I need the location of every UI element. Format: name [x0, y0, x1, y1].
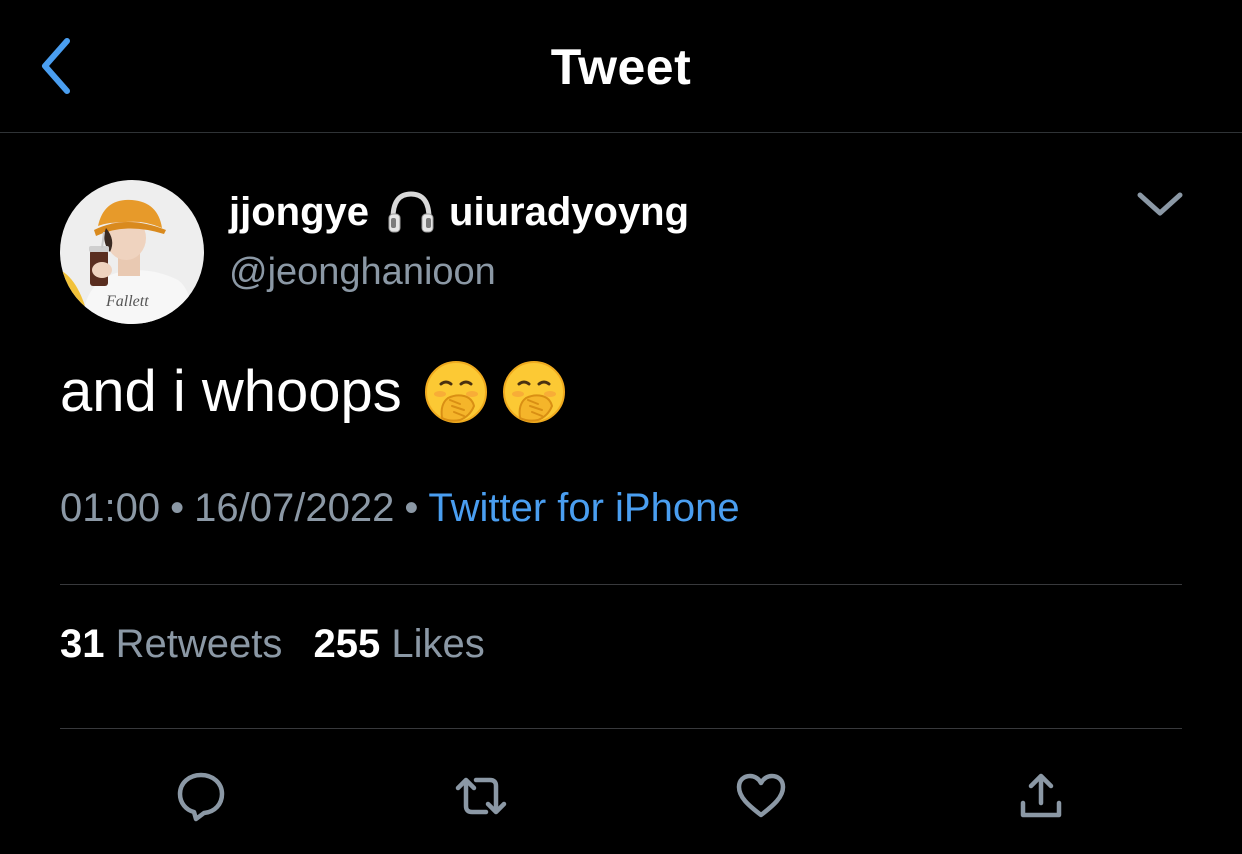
headphones-icon — [388, 191, 434, 233]
author-display-name[interactable]: jjongye uiuradyoyng — [229, 188, 689, 236]
like-button[interactable] — [731, 766, 791, 826]
share-icon — [1020, 773, 1062, 818]
tweet-text: and i whoops — [60, 358, 566, 425]
display-name-part2: uiuradyoyng — [449, 189, 690, 234]
more-options-button[interactable] — [1134, 182, 1186, 226]
share-button[interactable] — [1011, 766, 1071, 826]
chevron-down-icon — [1137, 192, 1183, 216]
reply-icon — [177, 772, 225, 822]
display-name-part1: jjongye — [229, 189, 370, 234]
avatar[interactable]: Fallett — [60, 180, 204, 324]
hand-over-mouth-emoji-icon — [502, 360, 565, 423]
reply-button[interactable] — [171, 766, 231, 826]
retweet-icon — [455, 777, 507, 815]
divider — [60, 584, 1182, 585]
tweet-source-link[interactable]: Twitter for iPhone — [428, 486, 739, 530]
page-title: Tweet — [550, 39, 692, 95]
retweets-count: 31 — [60, 622, 105, 666]
meta-separator: • — [404, 486, 419, 530]
tweet-body: and i whoops — [60, 359, 402, 424]
likes-label: Likes — [391, 622, 485, 666]
heart-icon — [736, 773, 786, 818]
likes-count: 255 — [313, 622, 381, 666]
retweets-label: Retweets — [115, 622, 283, 666]
tweet-meta: 01:00 • 16/07/2022 • Twitter for iPhone — [60, 486, 740, 531]
likes-stat[interactable]: 255 Likes — [314, 622, 485, 666]
retweets-stat[interactable]: 31 Retweets — [60, 622, 282, 666]
tweet-stats: 31 Retweets 255 Likes — [60, 622, 485, 667]
tweet-date: 16/07/2022 — [194, 486, 395, 530]
retweet-button[interactable] — [451, 766, 511, 826]
meta-separator: • — [170, 486, 185, 530]
avatar-shirt-text: Fallett — [105, 293, 149, 310]
author-handle[interactable]: @jeonghanioon — [229, 251, 496, 294]
hand-over-mouth-emoji-icon — [424, 360, 487, 423]
tweet-time: 01:00 — [60, 486, 161, 530]
top-nav-bar: Tweet — [0, 0, 1242, 133]
divider — [60, 728, 1182, 729]
